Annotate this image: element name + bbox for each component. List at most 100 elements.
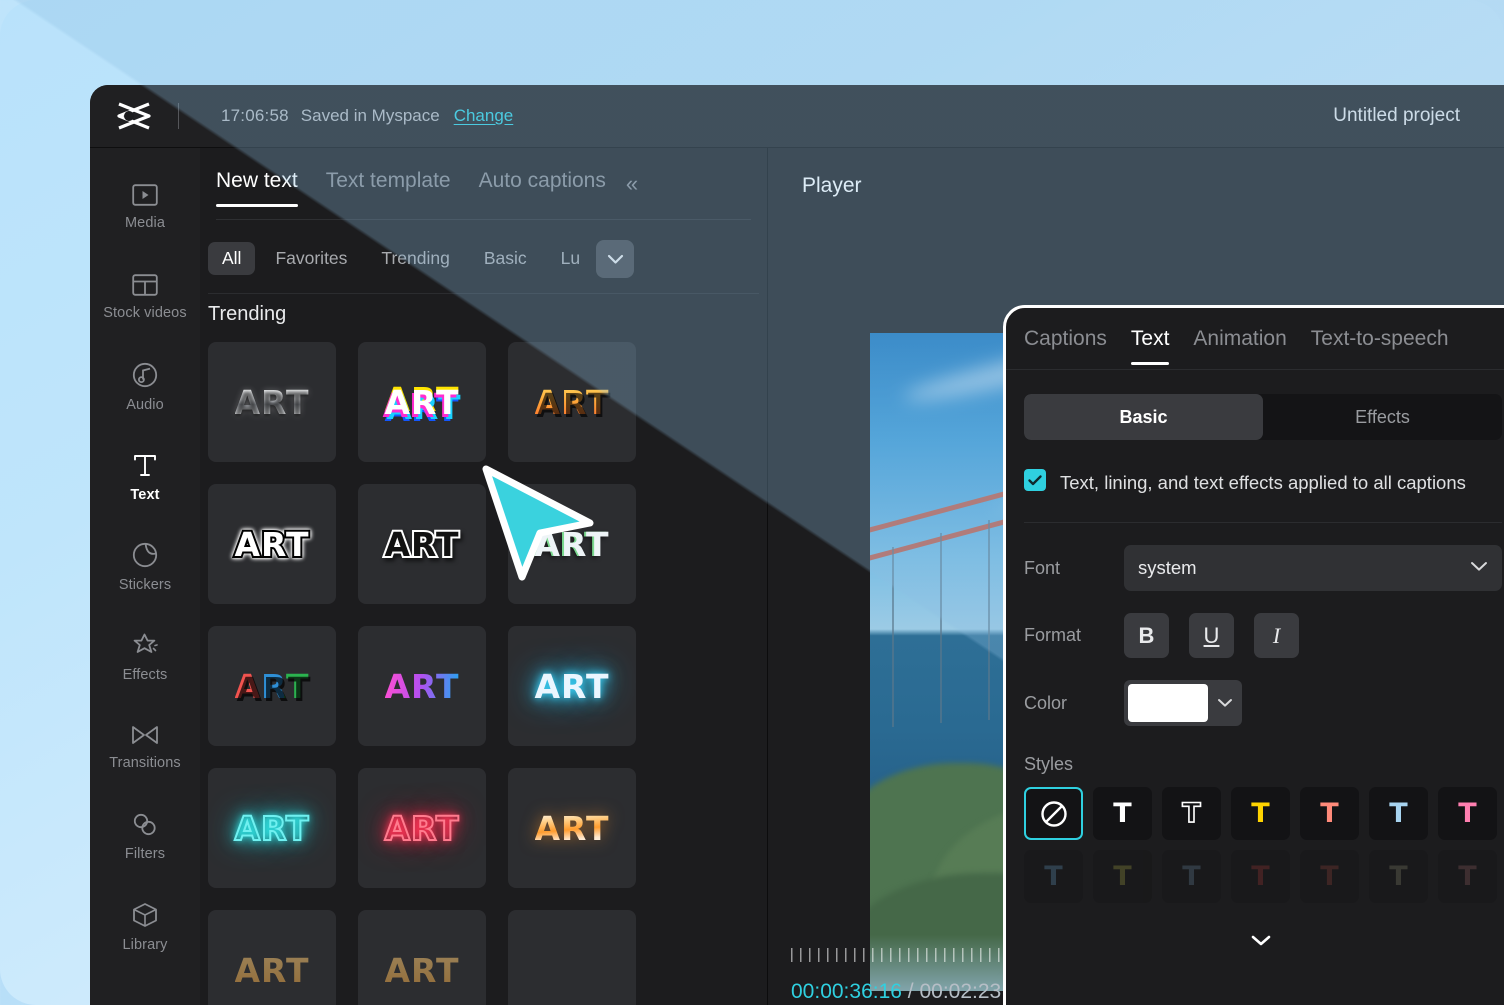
panel-divider	[1024, 522, 1502, 523]
media-play-icon	[132, 183, 158, 206]
chip-all[interactable]: All	[208, 242, 256, 275]
tile-label: ART	[384, 808, 460, 849]
text-style-row5-c[interactable]	[508, 910, 636, 1005]
font-row: Font system	[1006, 545, 1504, 591]
style-white[interactable]: T	[1093, 787, 1152, 840]
sidebar-item-stickers[interactable]: Stickers	[90, 522, 200, 612]
panel-tabs: Captions Text Animation Text-to-speech	[1006, 308, 1504, 370]
stickers-icon	[132, 542, 158, 568]
color-picker[interactable]	[1124, 680, 1242, 726]
text-style-orange-gradient[interactable]: ART	[508, 342, 636, 462]
project-title[interactable]: Untitled project	[1333, 105, 1460, 127]
style-brick[interactable]: T	[1300, 850, 1359, 903]
browser-tabs: New text Text template Auto captions «	[200, 148, 767, 220]
text-style-row5-a[interactable]: ART	[208, 910, 336, 1005]
chip-luminous[interactable]: Lu	[547, 242, 594, 275]
style-slate[interactable]: T	[1162, 850, 1221, 903]
tab-animation[interactable]: Animation	[1193, 327, 1286, 351]
apply-all-checkbox[interactable]	[1024, 469, 1046, 491]
sidebar-label: Text	[130, 486, 160, 503]
text-style-white-outline[interactable]: ART	[208, 484, 336, 604]
style-pink[interactable]: T	[1438, 787, 1497, 840]
app-header: 17:06:58 Saved in Myspace Change Untitle…	[90, 85, 1504, 148]
style-lightblue[interactable]: T	[1369, 787, 1428, 840]
chips-divider	[208, 293, 759, 294]
sidebar-item-filters[interactable]: Filters	[90, 792, 200, 882]
text-style-row5-b[interactable]: ART	[358, 910, 486, 1005]
segment-basic[interactable]: Basic	[1024, 394, 1263, 440]
text-style-candy-gradient[interactable]: ART	[358, 626, 486, 746]
effects-star-icon	[131, 632, 159, 658]
tile-label: ART	[534, 808, 610, 848]
style-none[interactable]	[1024, 787, 1083, 840]
text-style-silver[interactable]: ART	[208, 342, 336, 462]
segment-effects[interactable]: Effects	[1263, 394, 1502, 440]
underline-glyph: U	[1203, 622, 1220, 648]
capcut-logo-icon[interactable]	[90, 100, 178, 132]
filters-icon	[131, 813, 159, 837]
chip-basic[interactable]: Basic	[470, 242, 541, 275]
tab-text[interactable]: Text	[1130, 327, 1169, 365]
text-style-ice-glow[interactable]: ART	[508, 626, 636, 746]
chip-trending[interactable]: Trending	[367, 242, 463, 275]
tab-text-to-speech[interactable]: Text-to-speech	[1311, 327, 1449, 351]
apply-all-label: Text, lining, and text effects applied t…	[1060, 472, 1466, 493]
sidebar-item-media[interactable]: Media	[90, 162, 200, 252]
sidebar-label: Effects	[122, 666, 168, 683]
style-dark-red[interactable]: T	[1231, 850, 1290, 903]
underline-button[interactable]: U	[1189, 613, 1234, 658]
tile-label: ART	[234, 808, 310, 849]
player-label: Player	[802, 174, 862, 197]
change-workspace-link[interactable]: Change	[454, 106, 514, 126]
text-style-grid: ART ART ART ART ART ART ART ART ART ART …	[200, 326, 767, 1005]
format-label: Format	[1024, 625, 1082, 645]
current-time: 00:00:36:16	[791, 980, 902, 1003]
chips-expand-chevron-down-icon[interactable]	[596, 240, 634, 278]
style-outline-white[interactable]: T	[1162, 787, 1221, 840]
checkmark-icon	[1028, 474, 1042, 485]
style-coral[interactable]: T	[1300, 787, 1359, 840]
italic-button[interactable]: I	[1254, 613, 1299, 658]
chip-favorites[interactable]: Favorites	[261, 242, 361, 275]
collapse-chevrons-icon[interactable]: «	[626, 171, 638, 197]
tile-label: ART	[233, 523, 311, 566]
text-style-glitch[interactable]: ART	[358, 342, 486, 462]
text-style-neon-cyan[interactable]: ART	[208, 768, 336, 888]
style-olive[interactable]: T	[1093, 850, 1152, 903]
sidebar-item-audio[interactable]: Audio	[90, 342, 200, 432]
style-steel-blue[interactable]: T	[1024, 850, 1083, 903]
styles-expand-chevron-down-icon[interactable]	[1249, 930, 1273, 950]
library-box-icon	[132, 902, 158, 928]
tab-text-template[interactable]: Text template	[326, 169, 451, 199]
tab-captions[interactable]: Captions	[1024, 327, 1107, 351]
basic-effects-segmented-control: Basic Effects	[1024, 394, 1502, 440]
sidebar-label: Audio	[126, 396, 164, 413]
tile-label: ART	[383, 523, 461, 566]
font-label: Font	[1024, 557, 1061, 578]
sidebar-label: Filters	[124, 845, 166, 862]
header-time: 17:06:58	[221, 106, 289, 125]
section-title: Trending	[208, 303, 287, 325]
styles-label: Styles	[1024, 754, 1074, 774]
tab-new-text[interactable]: New text	[216, 169, 298, 207]
text-style-tricolor[interactable]: ART	[208, 626, 336, 746]
sidebar-item-text[interactable]: Text	[90, 432, 200, 522]
left-rail: Media Stock videos Audio Text Stickers E…	[90, 148, 200, 1005]
tile-label: ART	[534, 666, 610, 706]
sidebar-item-library[interactable]: Library	[90, 882, 200, 972]
sidebar-label: Stock videos	[103, 304, 187, 321]
sidebar-label: Library	[122, 936, 168, 953]
text-style-amber-metal[interactable]: ART	[508, 768, 636, 888]
text-style-neon-red[interactable]: ART	[358, 768, 486, 888]
sidebar-item-stock-videos[interactable]: Stock videos	[90, 252, 200, 342]
font-select[interactable]: system	[1124, 545, 1502, 591]
bold-button[interactable]: B	[1124, 613, 1169, 658]
sidebar-item-transitions[interactable]: Transitions	[90, 702, 200, 792]
category-chips: All Favorites Trending Basic Lu	[200, 220, 767, 294]
tab-auto-captions[interactable]: Auto captions	[479, 169, 606, 199]
text-style-black-outline[interactable]: ART	[358, 484, 486, 604]
style-rose[interactable]: T	[1438, 850, 1497, 903]
style-khaki[interactable]: T	[1369, 850, 1428, 903]
style-yellow[interactable]: T	[1231, 787, 1290, 840]
sidebar-item-effects[interactable]: Effects	[90, 612, 200, 702]
